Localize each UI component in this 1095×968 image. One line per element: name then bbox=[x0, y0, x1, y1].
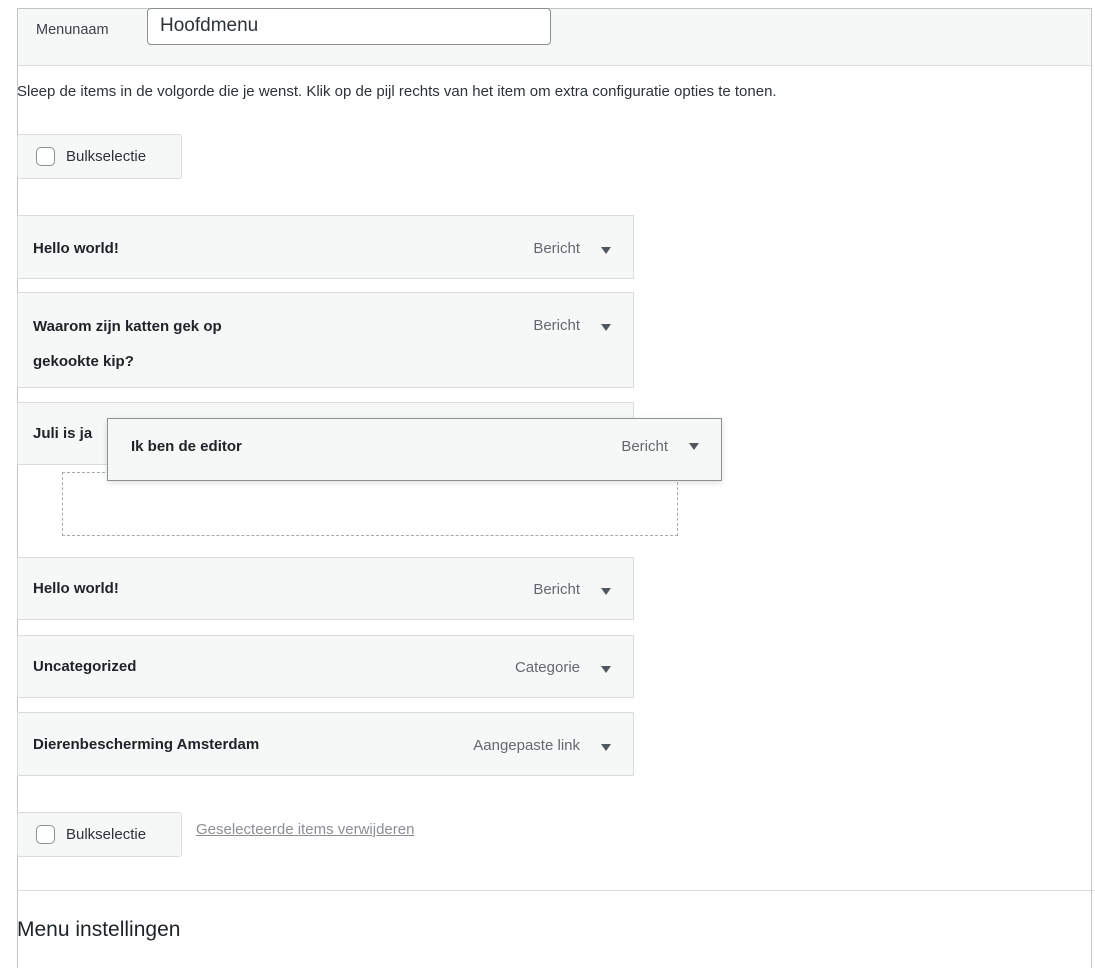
menu-header: Menunaam Hoofdmenu bbox=[18, 8, 1091, 66]
menu-item[interactable]: Dierenbescherming Amsterdam Aangepaste l… bbox=[17, 712, 634, 776]
menu-item-title: Hello world! bbox=[33, 240, 119, 257]
delete-selected-link[interactable]: Geselecteerde items verwijderen bbox=[196, 821, 414, 838]
menu-settings-heading: Menu instellingen bbox=[17, 918, 181, 941]
menu-name-input[interactable]: Hoofdmenu bbox=[147, 8, 551, 45]
dragging-menu-item[interactable]: Ik ben de editor Bericht bbox=[107, 418, 722, 481]
menu-item[interactable]: Waarom zijn katten gek op gekookte kip? … bbox=[17, 292, 634, 388]
bulk-select-top[interactable]: Bulkselectie bbox=[17, 134, 182, 179]
checkbox-icon[interactable] bbox=[36, 147, 55, 166]
chevron-down-icon[interactable] bbox=[601, 324, 611, 331]
menu-item-type: Bericht bbox=[533, 317, 580, 334]
menu-item-title: Juli is ja bbox=[33, 425, 93, 442]
menu-item-type: Bericht bbox=[533, 581, 580, 598]
instructions-text: Sleep de items in de volgorde die je wen… bbox=[17, 83, 777, 100]
menu-item-type: Bericht bbox=[621, 438, 668, 455]
menu-item[interactable]: Hello world! Bericht bbox=[17, 557, 634, 620]
menu-item[interactable]: Hello world! Bericht bbox=[17, 215, 634, 279]
menu-item-title: Uncategorized bbox=[33, 658, 137, 675]
chevron-down-icon[interactable] bbox=[601, 744, 611, 751]
menu-name-label: Menunaam bbox=[36, 22, 109, 38]
menu-item-type: Categorie bbox=[514, 659, 580, 676]
checkbox-icon[interactable] bbox=[36, 825, 55, 844]
drop-placeholder bbox=[62, 472, 678, 536]
menu-item[interactable]: Uncategorized Categorie bbox=[17, 635, 634, 698]
menu-item-title: Hello world! bbox=[33, 580, 119, 597]
menu-item-title: Waarom zijn katten gek op bbox=[33, 318, 222, 335]
chevron-down-icon[interactable] bbox=[601, 666, 611, 673]
divider bbox=[17, 890, 1095, 891]
menu-item-type: Aangepaste link bbox=[473, 737, 580, 754]
menu-item-type: Bericht bbox=[533, 240, 580, 257]
bulk-select-bottom[interactable]: Bulkselectie bbox=[17, 812, 182, 857]
menu-item-title: Dierenbescherming Amsterdam bbox=[33, 736, 260, 753]
menu-item-title: Ik ben de editor bbox=[131, 438, 242, 455]
menu-item-title-line2: gekookte kip? bbox=[33, 353, 134, 370]
chevron-down-icon[interactable] bbox=[601, 247, 611, 254]
bulk-select-label: Bulkselectie bbox=[66, 148, 147, 165]
bulk-select-label: Bulkselectie bbox=[66, 826, 147, 843]
chevron-down-icon[interactable] bbox=[601, 588, 611, 595]
chevron-down-icon[interactable] bbox=[689, 443, 699, 450]
